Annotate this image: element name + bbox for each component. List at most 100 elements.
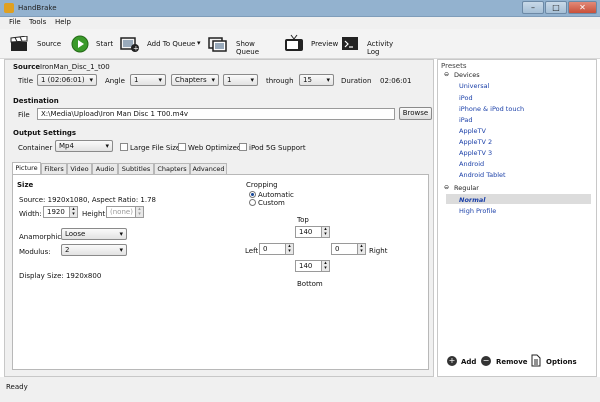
add-to-queue-button[interactable]: + Add To Queue ▾ bbox=[120, 33, 204, 55]
tab-picture[interactable]: Picture bbox=[12, 162, 41, 174]
container-select[interactable]: Mp4 bbox=[55, 140, 113, 152]
preset-android-tablet[interactable]: Android Tablet bbox=[459, 171, 506, 179]
preset-appletv[interactable]: AppleTV bbox=[459, 127, 486, 135]
large-file-checkbox[interactable] bbox=[120, 143, 128, 151]
preset-appletv-3[interactable]: AppleTV 3 bbox=[459, 149, 492, 157]
collapse-regular-icon[interactable]: ⊖ bbox=[444, 184, 449, 191]
crop-top-input[interactable]: 140 ▴ ▾ bbox=[295, 226, 330, 238]
destination-heading: Destination bbox=[13, 97, 59, 105]
modulus-label: Modulus: bbox=[19, 248, 51, 256]
add-preset-button[interactable]: + Add bbox=[447, 355, 479, 367]
source-resolution: Source: 1920x1080, Aspect Ratio: 1.78 bbox=[19, 196, 156, 204]
large-file-label: Large File Size bbox=[130, 144, 181, 152]
display-size: Display Size: 1920x800 bbox=[19, 272, 102, 280]
source-heading: Source bbox=[13, 63, 41, 71]
queue-icon bbox=[208, 37, 227, 52]
preset-universal[interactable]: Universal bbox=[459, 82, 489, 90]
range-mode-select[interactable]: Chapters bbox=[171, 74, 219, 86]
remove-preset-button[interactable]: − Remove bbox=[481, 355, 528, 367]
minimize-button[interactable]: – bbox=[522, 1, 544, 14]
activity-log-button[interactable]: Activity Log bbox=[341, 33, 407, 56]
show-queue-label: Show Queue bbox=[236, 40, 259, 56]
tab-subtitles[interactable]: Subtitles bbox=[118, 163, 154, 174]
height-spinner-arrows-icon[interactable]: ▴ ▾ bbox=[135, 207, 143, 217]
source-name: IronMan_Disc_1_t00 bbox=[40, 63, 110, 71]
source-label: Source bbox=[37, 40, 62, 48]
crop-right-label: Right bbox=[369, 247, 388, 255]
tab-audio[interactable]: Audio bbox=[92, 163, 118, 174]
through-label: through bbox=[266, 77, 294, 85]
crop-top-spinner-icon[interactable]: ▴ ▾ bbox=[321, 227, 329, 237]
menu-tools[interactable]: Tools bbox=[29, 18, 46, 26]
crop-right-input[interactable]: 0 ▴ ▾ bbox=[331, 243, 366, 255]
preset-options-button[interactable]: Options bbox=[531, 354, 577, 368]
output-settings-heading: Output Settings bbox=[13, 129, 77, 137]
crop-left-input[interactable]: 0 ▴ ▾ bbox=[259, 243, 294, 255]
preview-button[interactable]: Preview bbox=[284, 33, 338, 55]
preset-appletv-2[interactable]: AppleTV 2 bbox=[459, 138, 492, 146]
crop-left-label: Left bbox=[245, 247, 259, 255]
size-heading: Size bbox=[17, 181, 34, 189]
minus-icon: − bbox=[481, 356, 491, 366]
crop-right-spinner-icon[interactable]: ▴ ▾ bbox=[357, 244, 365, 254]
crop-automatic-radio[interactable] bbox=[249, 191, 256, 198]
crop-bottom-spinner-icon[interactable]: ▴ ▾ bbox=[321, 261, 329, 271]
height-input[interactable]: (none) ▴ ▾ bbox=[106, 206, 144, 218]
add-queue-icon: + bbox=[120, 37, 139, 53]
tab-chapters[interactable]: Chapters bbox=[154, 163, 190, 174]
ipod-5g-checkbox[interactable] bbox=[239, 143, 247, 151]
toolbar: Source Start + Add To Queue ▾ Show Queue bbox=[0, 29, 600, 59]
preset-normal[interactable]: Normal bbox=[459, 196, 486, 204]
menu-file[interactable]: File bbox=[9, 18, 21, 26]
crop-automatic-label: Automatic bbox=[258, 191, 294, 199]
crop-custom-radio[interactable] bbox=[249, 199, 256, 206]
maximize-button[interactable]: □ bbox=[545, 1, 567, 14]
preset-ipad[interactable]: iPad bbox=[459, 116, 473, 124]
destination-file-input[interactable]: X:\Media\Upload\Iron Man Disc 1 T00.m4v bbox=[37, 108, 395, 120]
preset-group-devices[interactable]: Devices bbox=[454, 71, 480, 79]
web-optimized-label: Web Optimized bbox=[188, 144, 242, 152]
browse-button[interactable]: Browse bbox=[399, 107, 432, 120]
preset-android[interactable]: Android bbox=[459, 160, 484, 168]
crop-top-value: 140 bbox=[299, 228, 313, 236]
web-optimized-checkbox[interactable] bbox=[178, 143, 186, 151]
collapse-devices-icon[interactable]: ⊖ bbox=[444, 71, 449, 78]
preset-options-label: Options bbox=[546, 358, 577, 366]
width-input[interactable]: 1920 ▴ ▾ bbox=[43, 206, 78, 218]
handbrake-app-icon bbox=[4, 3, 14, 13]
preset-ipod[interactable]: iPod bbox=[459, 94, 473, 102]
duration-value: 02:06:01 bbox=[380, 77, 412, 85]
range-start-select[interactable]: 1 bbox=[223, 74, 258, 86]
window-title: HandBrake bbox=[18, 4, 57, 12]
terminal-icon bbox=[342, 37, 358, 50]
angle-select[interactable]: 1 bbox=[130, 74, 166, 86]
preset-high-profile[interactable]: High Profile bbox=[459, 207, 496, 215]
preset-iphone-ipod-touch[interactable]: iPhone & iPod touch bbox=[459, 105, 524, 113]
tab-filters[interactable]: Filters bbox=[41, 163, 67, 174]
source-button[interactable]: Source bbox=[8, 33, 68, 55]
show-queue-button[interactable]: Show Queue bbox=[208, 33, 278, 56]
modulus-select[interactable]: 2 bbox=[61, 244, 127, 256]
start-button[interactable]: Start bbox=[70, 33, 118, 55]
preset-group-regular[interactable]: Regular bbox=[454, 184, 479, 192]
menu-help[interactable]: Help bbox=[55, 18, 71, 26]
crop-bottom-value: 140 bbox=[299, 262, 313, 270]
menu-bar: File Tools Help bbox=[0, 17, 600, 29]
clapperboard-icon bbox=[10, 36, 28, 51]
activity-log-label: Activity Log bbox=[367, 40, 394, 56]
anamorphic-label: Anamorphic: bbox=[19, 233, 64, 241]
start-label: Start bbox=[96, 40, 114, 48]
title-select[interactable]: 1 (02:06:01) bbox=[37, 74, 97, 86]
tab-advanced[interactable]: Advanced bbox=[190, 163, 227, 174]
title-bar: HandBrake – □ ✕ bbox=[0, 0, 600, 17]
width-label: Width: bbox=[19, 210, 42, 218]
angle-label: Angle bbox=[105, 77, 125, 85]
anamorphic-select[interactable]: Loose bbox=[61, 228, 127, 240]
width-spinner-arrows-icon[interactable]: ▴ ▾ bbox=[69, 207, 77, 217]
close-button[interactable]: ✕ bbox=[568, 1, 597, 14]
tab-video[interactable]: Video bbox=[67, 163, 92, 174]
range-end-select[interactable]: 15 bbox=[299, 74, 334, 86]
crop-left-spinner-icon[interactable]: ▴ ▾ bbox=[285, 244, 293, 254]
chevron-down-icon[interactable]: ▾ bbox=[197, 39, 201, 47]
crop-bottom-input[interactable]: 140 ▴ ▾ bbox=[295, 260, 330, 272]
